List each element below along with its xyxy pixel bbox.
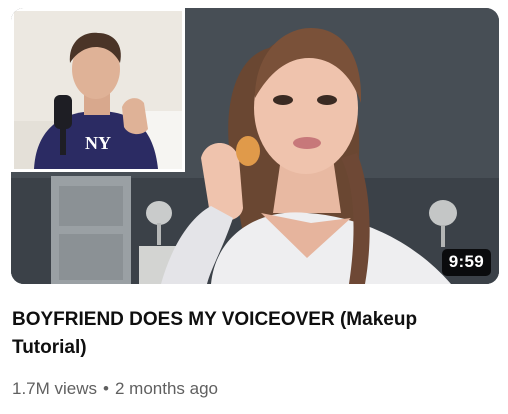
- video-metadata: 1.7M views • 2 months ago: [12, 379, 218, 399]
- video-card[interactable]: NY 9:59 BOYFRIEND DOES MY VOICEOVER (Mak…: [0, 0, 508, 414]
- video-title[interactable]: BOYFRIEND DOES MY VOICEOVER (Makeup Tuto…: [12, 306, 482, 362]
- upload-age: 2 months ago: [114, 379, 218, 398]
- inset-scene: NY: [14, 11, 182, 169]
- ny-logo: NY: [85, 133, 111, 153]
- view-count: 1.7M views: [12, 379, 98, 398]
- duration-badge: 9:59: [441, 249, 491, 276]
- boyfriend-inset-image: NY: [11, 8, 185, 172]
- video-thumbnail[interactable]: NY 9:59: [11, 8, 499, 284]
- meta-separator: •: [103, 379, 109, 398]
